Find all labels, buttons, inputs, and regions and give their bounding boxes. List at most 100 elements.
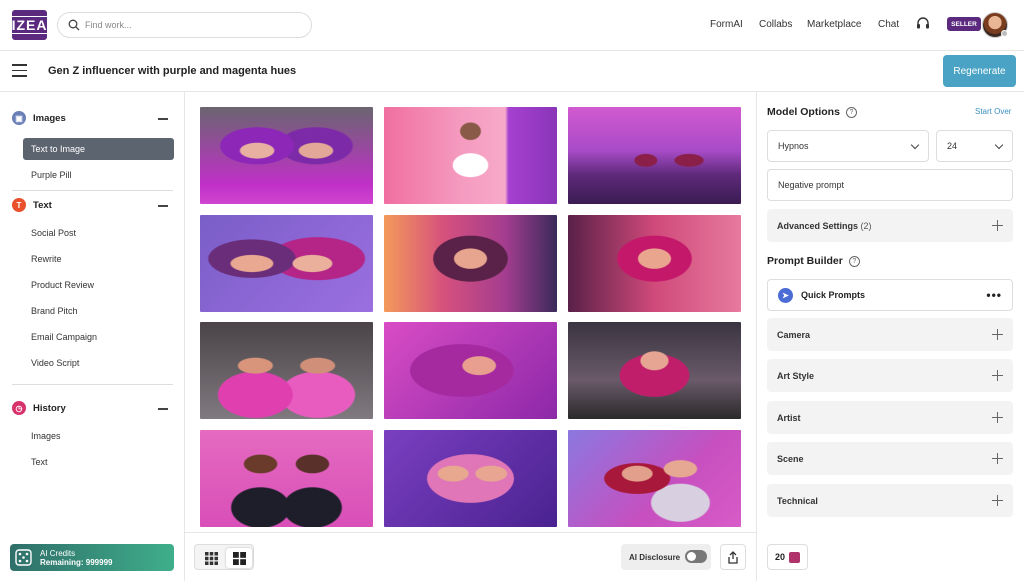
section-art-style[interactable]: Art Style (767, 359, 1013, 392)
quick-prompts-row[interactable]: ➤ Quick Prompts ••• (767, 279, 1013, 311)
sidebar-section-images[interactable]: ▣ Images (12, 111, 66, 125)
credit-cost-value: 20 (774, 552, 785, 562)
sidebar-item-history-text[interactable]: Text (23, 451, 174, 473)
model-options-label: Model Options (767, 106, 840, 118)
logo-text: IZEA (7, 16, 52, 34)
collapse-icon[interactable] (158, 118, 168, 120)
sub-header: Gen Z influencer with purple and magenta… (0, 51, 1024, 92)
section-label: Camera (777, 329, 811, 340)
ai-disclosure-toggle[interactable] (685, 550, 707, 563)
share-button[interactable] (720, 544, 746, 570)
gallery-image[interactable] (568, 215, 741, 312)
chevron-down-icon (994, 140, 1004, 150)
status-dot (1001, 30, 1008, 37)
section-label: Artist (777, 412, 801, 423)
seller-badge[interactable]: SELLER (947, 17, 981, 31)
section-label: Text (33, 199, 52, 211)
divider (12, 384, 173, 385)
sidebar-item-brand-pitch[interactable]: Brand Pitch (23, 300, 174, 322)
plus-icon (992, 412, 1003, 423)
izea-logo[interactable]: IZEA (7, 10, 52, 40)
more-options-icon[interactable]: ••• (986, 288, 1002, 302)
gallery-image[interactable] (568, 322, 741, 419)
divider (12, 190, 173, 191)
help-icon[interactable]: ? (848, 255, 860, 267)
advanced-settings-label: Advanced Settings (777, 220, 859, 231)
rocket-icon: ➤ (778, 287, 793, 303)
ai-credits-panel[interactable]: AI Credits Remaining: 999999 (10, 544, 174, 571)
gallery-image[interactable] (200, 430, 373, 527)
section-technical[interactable]: Technical (767, 484, 1013, 517)
top-bar: IZEA FormAI Collabs Marketplace Chat SEL… (0, 0, 1024, 51)
sidebar-item-rewrite[interactable]: Rewrite (23, 248, 174, 270)
sidebar-section-history[interactable]: ◷ History (12, 401, 66, 415)
sidebar-item-product-review[interactable]: Product Review (23, 274, 174, 296)
plus-icon (992, 220, 1003, 231)
plus-icon (992, 453, 1003, 464)
model-options-heading: Model Options? (767, 106, 857, 118)
gallery-image[interactable] (384, 430, 557, 527)
model-select-value: Hypnos (778, 141, 809, 151)
section-scene[interactable]: Scene (767, 442, 1013, 475)
credit-cost-badge: 20 (767, 544, 808, 570)
image-icon: ▣ (12, 111, 26, 125)
sidebar-item-text-to-image[interactable]: Text to Image (23, 138, 174, 160)
sidebar-item-social-post[interactable]: Social Post (23, 222, 174, 244)
chevron-down-icon (910, 140, 920, 150)
text-icon: T (12, 198, 26, 212)
grid-view-toggle[interactable] (194, 544, 254, 570)
quick-prompts-label: Quick Prompts (801, 290, 866, 300)
history-icon: ◷ (12, 401, 26, 415)
search-input[interactable] (85, 20, 285, 30)
nav-marketplace[interactable]: Marketplace (807, 19, 861, 30)
advanced-settings-row[interactable]: Advanced Settings (2) (767, 209, 1013, 242)
sidebar-item-purple-pill[interactable]: Purple Pill (23, 164, 174, 186)
collapse-icon[interactable] (158, 408, 168, 410)
help-icon[interactable]: ? (845, 106, 857, 118)
credits-label: AI Credits (40, 548, 76, 558)
prompt-builder-heading: Prompt Builder? (767, 255, 860, 267)
credits-remaining: Remaining: 999999 (40, 557, 113, 567)
sidebar-item-history-images[interactable]: Images (23, 425, 174, 447)
page-title: Gen Z influencer with purple and magenta… (48, 65, 297, 77)
gallery-image[interactable] (200, 215, 373, 312)
avatar[interactable] (982, 12, 1008, 38)
gallery-image[interactable] (568, 430, 741, 527)
model-select[interactable]: Hypnos (767, 130, 929, 162)
gallery-image[interactable] (384, 107, 557, 204)
section-label: Scene (777, 453, 804, 464)
headset-icon[interactable] (916, 17, 930, 31)
sidebar-item-email-campaign[interactable]: Email Campaign (23, 326, 174, 348)
plus-icon (992, 495, 1003, 506)
collapse-icon[interactable] (158, 205, 168, 207)
gallery-image[interactable] (568, 107, 741, 204)
share-icon (728, 550, 738, 564)
grid-2-icon[interactable] (226, 548, 252, 568)
ai-disclosure-label: AI Disclosure (629, 552, 681, 562)
nav-chat[interactable]: Chat (878, 19, 899, 30)
gallery-image[interactable] (200, 107, 373, 204)
grid-3-icon[interactable] (198, 548, 224, 568)
regenerate-button[interactable]: Regenerate (943, 55, 1016, 87)
negative-prompt-placeholder: Negative prompt (778, 180, 845, 190)
dice-icon (15, 549, 32, 566)
section-label: Images (33, 112, 66, 124)
negative-prompt-field[interactable]: Negative prompt (767, 169, 1013, 201)
search-box[interactable] (57, 12, 312, 38)
gallery-image[interactable] (384, 322, 557, 419)
section-camera[interactable]: Camera (767, 318, 1013, 351)
gallery-image[interactable] (200, 322, 373, 419)
search-icon (68, 19, 80, 31)
menu-icon[interactable] (12, 64, 27, 77)
section-artist[interactable]: Artist (767, 401, 1013, 434)
nav-formai[interactable]: FormAI (710, 19, 743, 30)
sidebar-item-video-script[interactable]: Video Script (23, 352, 174, 374)
start-over-link[interactable]: Start Over (975, 107, 1011, 116)
count-select[interactable]: 24 (936, 130, 1013, 162)
section-label: Art Style (777, 370, 815, 381)
nav-collabs[interactable]: Collabs (759, 19, 792, 30)
sidebar-section-text[interactable]: T Text (12, 198, 52, 212)
gallery-image[interactable] (384, 215, 557, 312)
dice-icon (789, 551, 800, 563)
advanced-settings-count: (2) (860, 220, 872, 231)
